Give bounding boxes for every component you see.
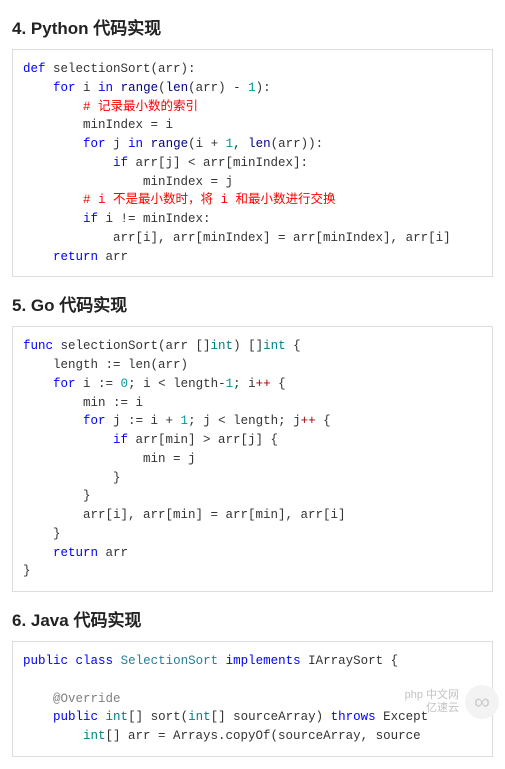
code-block-java: public class SelectionSort implements IA… bbox=[12, 641, 493, 757]
keyword-return: return bbox=[53, 250, 98, 264]
code-block-go: func selectionSort(arr []int) []int { le… bbox=[12, 326, 493, 592]
section-heading-python: 4. Python 代码实现 bbox=[12, 14, 493, 39]
section-heading-java: 6. Java 代码实现 bbox=[12, 606, 493, 631]
keyword-def: def bbox=[23, 62, 46, 76]
section-heading-go: 5. Go 代码实现 bbox=[12, 291, 493, 316]
comment: # 记录最小数的索引 bbox=[83, 100, 198, 114]
keyword-func: func bbox=[23, 339, 53, 353]
code-block-python: def selectionSort(arr): for i in range(l… bbox=[12, 49, 493, 277]
annotation-override: @Override bbox=[53, 692, 121, 706]
comment: # i 不是最小数时，将 i 和最小数进行交换 bbox=[83, 193, 336, 207]
keyword-for: for bbox=[53, 81, 76, 95]
